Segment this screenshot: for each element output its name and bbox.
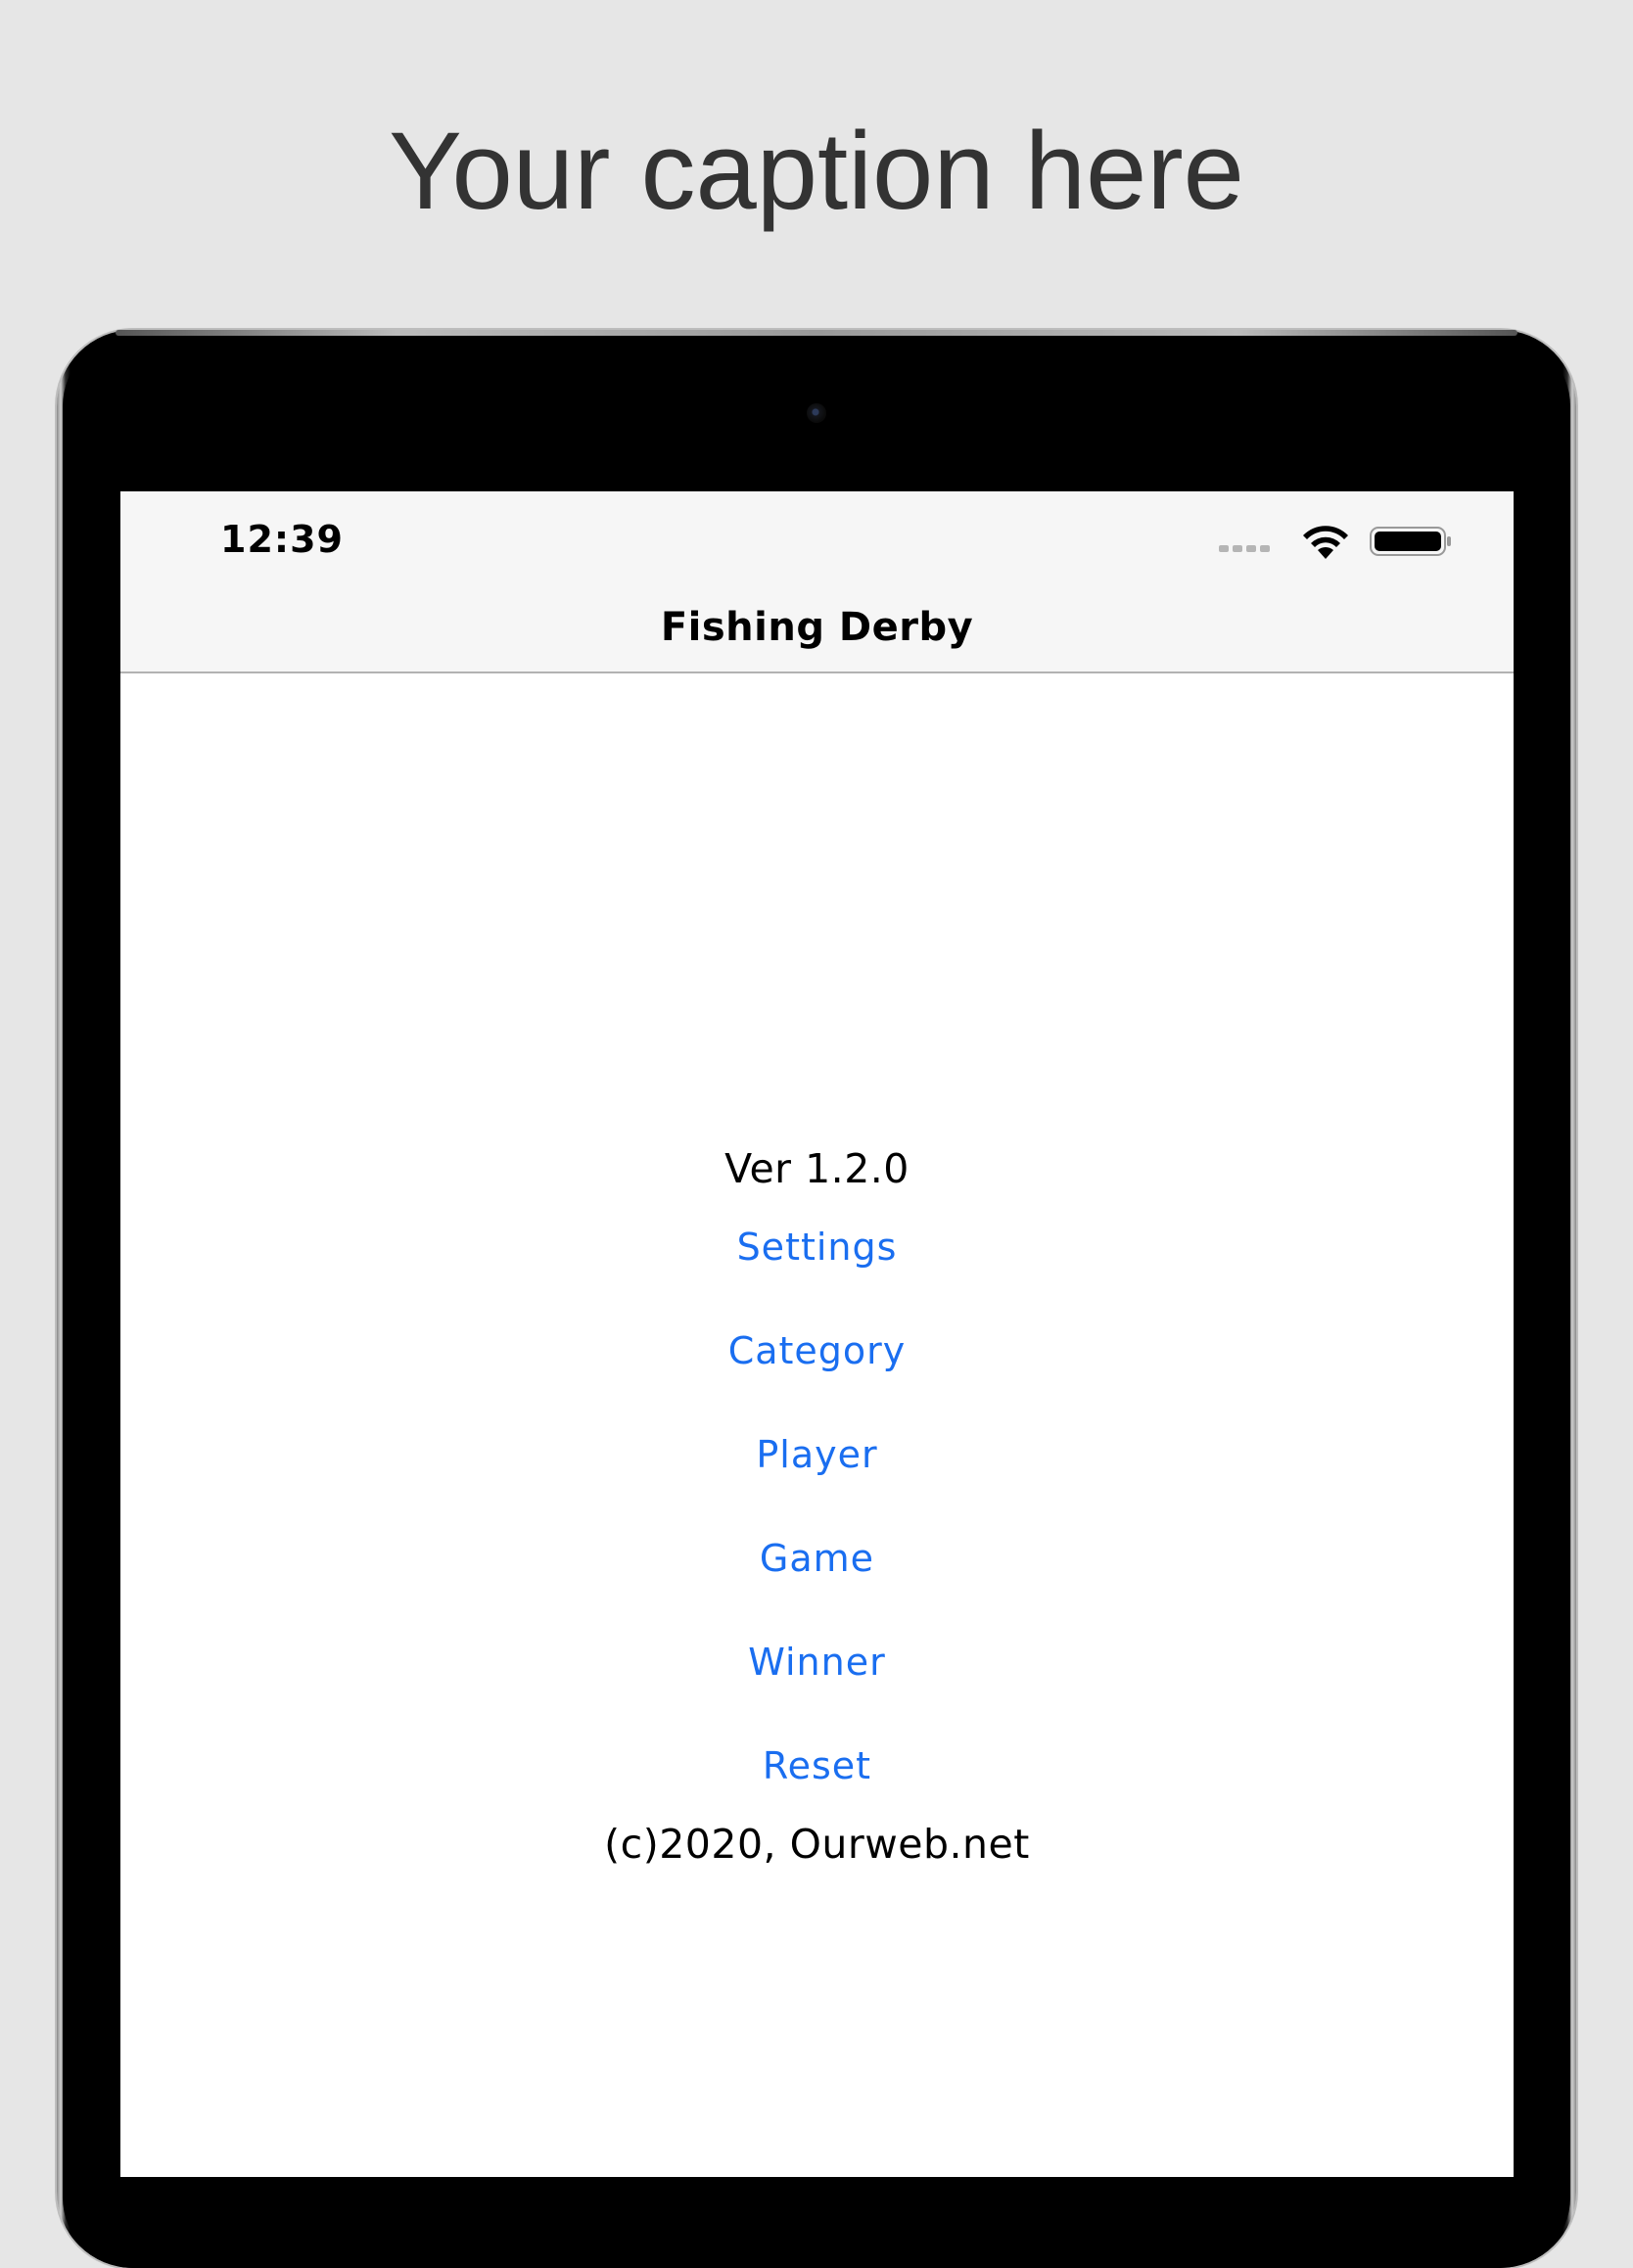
page-caption: Your caption here	[389, 110, 1244, 232]
status-bar: 12:39	[120, 491, 1514, 589]
reset-link[interactable]: Reset	[120, 1744, 1514, 1787]
version-label: Ver 1.2.0	[724, 1145, 910, 1192]
tablet-frame-edge	[116, 330, 1517, 336]
wifi-icon	[1303, 526, 1348, 559]
camera-icon	[807, 403, 826, 423]
nav-title: Fishing Derby	[660, 605, 974, 650]
app-screen: 12:39 Fishing Derby Ver 1.2.0 Settings C…	[120, 491, 1514, 2177]
copyright-label: (c)2020, Ourweb.net	[604, 1821, 1030, 1868]
status-time: 12:39	[220, 518, 344, 561]
battery-icon	[1370, 527, 1451, 556]
player-link[interactable]: Player	[120, 1433, 1514, 1476]
category-link[interactable]: Category	[120, 1329, 1514, 1372]
cellular-signal-icon	[1219, 545, 1270, 552]
navigation-bar: Fishing Derby	[120, 589, 1514, 673]
settings-link[interactable]: Settings	[120, 1226, 1514, 1269]
game-link[interactable]: Game	[120, 1537, 1514, 1580]
winner-link[interactable]: Winner	[120, 1641, 1514, 1684]
